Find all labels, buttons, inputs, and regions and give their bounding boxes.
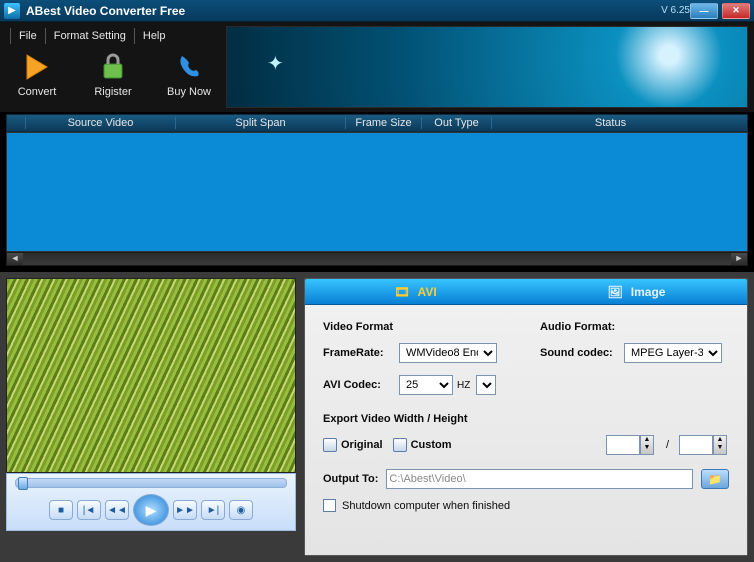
rewind-button[interactable]: ◄◄ bbox=[105, 500, 129, 520]
avi-codec-label: AVI Codec: bbox=[323, 379, 399, 391]
hz-select[interactable] bbox=[476, 375, 496, 395]
hz-label: HZ bbox=[457, 380, 470, 391]
grid-body[interactable] bbox=[6, 132, 748, 252]
next-button[interactable]: ►| bbox=[201, 500, 225, 520]
lock-icon bbox=[96, 50, 130, 84]
snapshot-button[interactable]: ◉ bbox=[229, 500, 253, 520]
play-button[interactable]: ▶ bbox=[133, 494, 169, 526]
app-version: V 6.25 bbox=[661, 5, 690, 16]
film-icon: 🎞 bbox=[394, 285, 409, 299]
shutdown-checkbox[interactable] bbox=[323, 499, 336, 512]
seek-slider[interactable] bbox=[15, 478, 287, 488]
sound-codec-select[interactable]: MPEG Layer-3 bbox=[624, 343, 722, 363]
stop-button[interactable]: ■ bbox=[49, 500, 73, 520]
menubar: File Format Setting Help bbox=[10, 28, 216, 44]
horizontal-scrollbar[interactable]: ◄ ► bbox=[6, 252, 748, 266]
picture-icon: 🖼 bbox=[608, 285, 623, 299]
export-heading: Export Video Width / Height bbox=[323, 413, 729, 425]
col-frame[interactable]: Frame Size bbox=[345, 117, 421, 129]
titlebar: ▶ ABest Video Converter Free V 6.25 — ✕ bbox=[0, 0, 754, 22]
player-controls: ■ |◄ ◄◄ ▶ ►► ►| ◉ bbox=[6, 473, 296, 531]
col-status[interactable]: Status bbox=[491, 117, 729, 129]
file-grid: Source Video Split Span Frame Size Out T… bbox=[0, 112, 754, 272]
minimize-button[interactable]: — bbox=[690, 3, 718, 19]
forward-button[interactable]: ►► bbox=[173, 500, 197, 520]
tab-image[interactable]: 🖼 Image bbox=[526, 279, 747, 304]
phone-icon bbox=[172, 50, 206, 84]
scroll-left-icon[interactable]: ◄ bbox=[7, 253, 23, 265]
prev-button[interactable]: |◄ bbox=[77, 500, 101, 520]
seek-thumb-icon[interactable] bbox=[18, 477, 28, 490]
output-path-input[interactable] bbox=[386, 469, 693, 489]
col-split[interactable]: Split Span bbox=[175, 117, 345, 129]
play-icon bbox=[20, 50, 54, 84]
menu-help[interactable]: Help bbox=[134, 28, 174, 44]
avi-codec-select[interactable]: 25 bbox=[399, 375, 453, 395]
scroll-right-icon[interactable]: ► bbox=[731, 253, 747, 265]
app-title: ABest Video Converter Free bbox=[26, 4, 657, 18]
height-stepper[interactable]: ▲▼ bbox=[679, 435, 729, 455]
sound-codec-label: Sound codec: bbox=[540, 347, 624, 359]
original-radio[interactable]: Original bbox=[323, 438, 383, 452]
settings-tabs: 🎞 AVI 🖼 Image bbox=[305, 279, 747, 305]
framerate-label: FrameRate: bbox=[323, 347, 399, 359]
output-label: Output To: bbox=[323, 473, 378, 485]
preview-image bbox=[6, 278, 296, 473]
grid-header: Source Video Split Span Frame Size Out T… bbox=[6, 114, 748, 132]
browse-button[interactable]: 📁 bbox=[701, 469, 729, 489]
app-logo-icon: ▶ bbox=[4, 3, 20, 19]
buy-now-button[interactable]: Buy Now bbox=[162, 50, 216, 98]
col-source[interactable]: Source Video bbox=[25, 117, 175, 129]
convert-button[interactable]: Convert bbox=[10, 50, 64, 98]
custom-radio[interactable]: Custom bbox=[393, 438, 452, 452]
menu-format-setting[interactable]: Format Setting bbox=[45, 28, 134, 44]
close-button[interactable]: ✕ bbox=[722, 3, 750, 19]
framerate-select[interactable]: WMVideo8 Enc bbox=[399, 343, 497, 363]
col-outtype[interactable]: Out Type bbox=[421, 117, 491, 129]
register-button[interactable]: Rigister bbox=[86, 50, 140, 98]
settings-panel: 🎞 AVI 🖼 Image Video Format FrameRate: WM… bbox=[304, 278, 748, 556]
video-format-heading: Video Format bbox=[323, 321, 512, 333]
banner-image bbox=[226, 26, 748, 108]
shutdown-label: Shutdown computer when finished bbox=[342, 500, 510, 512]
menu-file[interactable]: File bbox=[10, 28, 45, 44]
tab-avi[interactable]: 🎞 AVI bbox=[305, 279, 526, 304]
folder-icon: 📁 bbox=[708, 473, 722, 486]
width-stepper[interactable]: ▲▼ bbox=[606, 435, 656, 455]
preview-panel: ■ |◄ ◄◄ ▶ ►► ►| ◉ bbox=[6, 278, 296, 556]
toolbar: File Format Setting Help Convert Rigiste… bbox=[0, 22, 754, 112]
audio-format-heading: Audio Format: bbox=[540, 321, 729, 333]
